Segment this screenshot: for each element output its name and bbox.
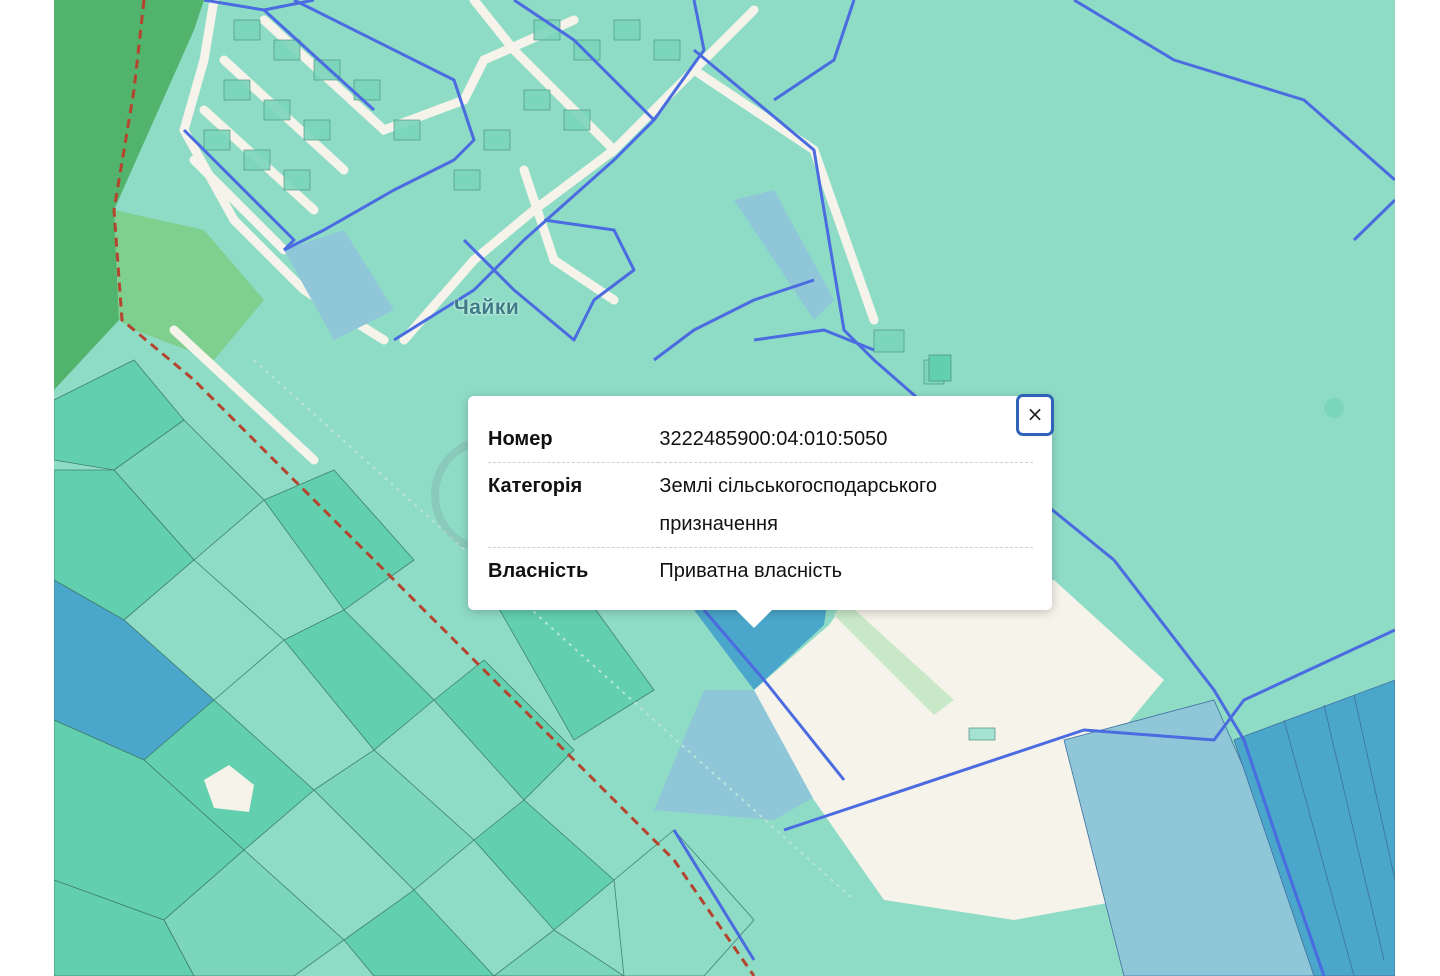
building xyxy=(928,354,952,382)
parcel-info-table: Номер 3222485900:04:010:5050 Категорія З… xyxy=(488,416,1033,594)
info-row-category: Категорія Землі сільськогосподарського п… xyxy=(488,462,1033,548)
info-value: Землі сільськогосподарського призначення xyxy=(659,462,1033,548)
info-row-number: Номер 3222485900:04:010:5050 xyxy=(488,416,1033,463)
info-value: 3222485900:04:010:5050 xyxy=(659,428,888,450)
small-building xyxy=(968,727,996,741)
info-label: Категорія xyxy=(488,462,660,548)
info-label: Власність xyxy=(488,547,660,594)
map-viewer: Чайки Номер 3222485900:04:010:5050 Катег… xyxy=(0,0,1440,976)
info-row-ownership: Власність Приватна власність xyxy=(488,547,1033,594)
popup-pointer xyxy=(736,610,772,628)
parcel-info-popup: Номер 3222485900:04:010:5050 Категорія З… xyxy=(468,396,1052,628)
close-popup-button[interactable]: × xyxy=(1016,394,1054,436)
info-value: Приватна власність xyxy=(659,547,1033,594)
small-feature xyxy=(1324,398,1344,418)
place-label: Чайки xyxy=(454,296,520,319)
info-label: Номер xyxy=(488,428,553,450)
